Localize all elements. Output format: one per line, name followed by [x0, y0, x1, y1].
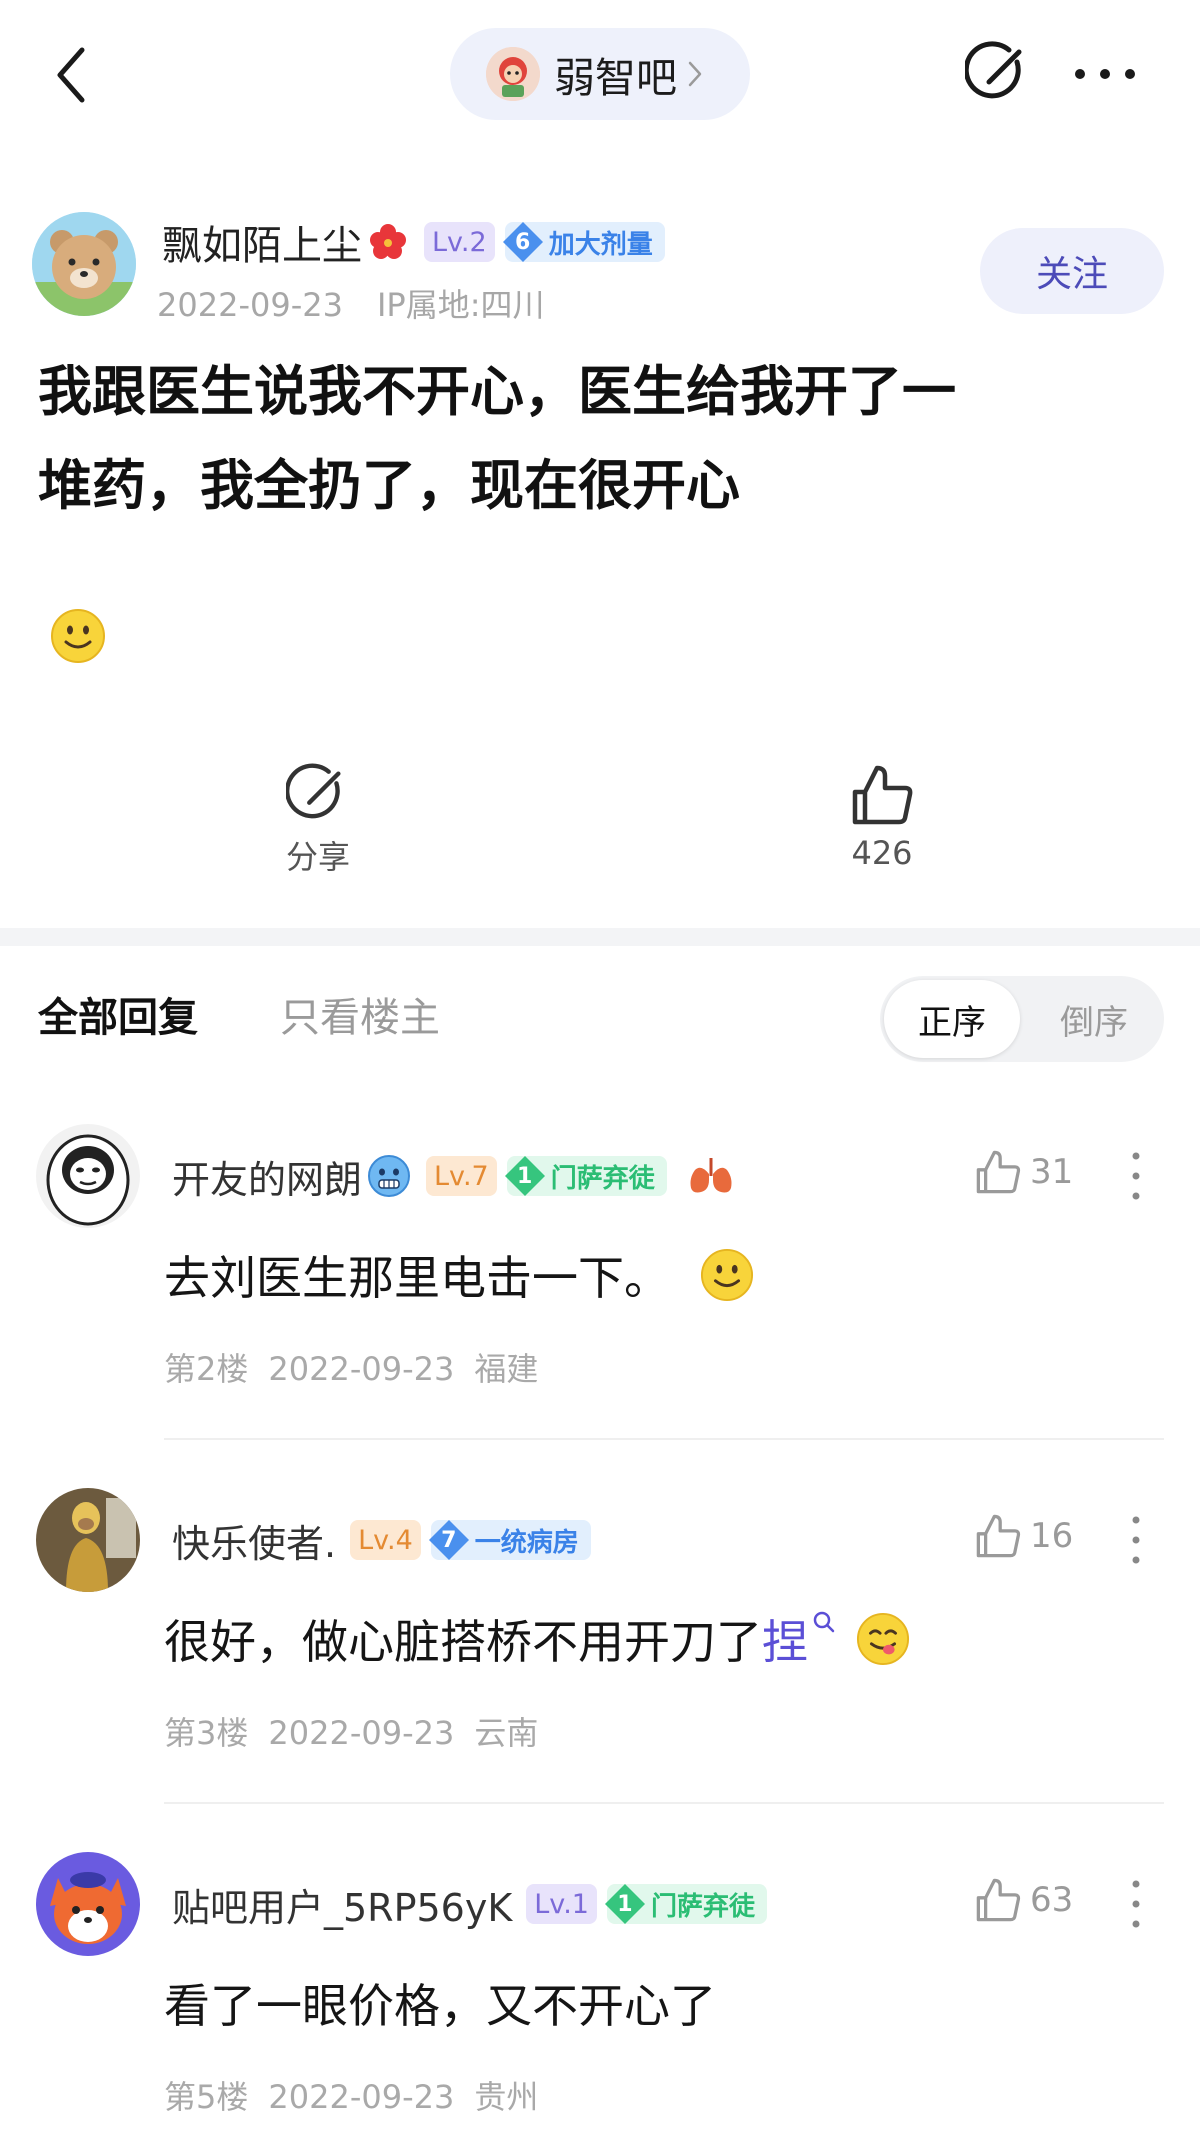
forum-name: 弱智吧 [554, 54, 677, 102]
comment-item: 快乐使者. Lv.4 7 一统病房 16 很好，做心脏搭桥不用开刀了 捏 第3楼… [0, 1488, 1200, 1852]
forum-pill[interactable]: 弱智吧 [450, 28, 750, 120]
title-tag: 7 一统病房 [428, 1520, 591, 1560]
lungs-icon [690, 1158, 732, 1193]
tab-op-only[interactable]: 只看楼主 [280, 985, 440, 1043]
author-name[interactable]: 飘如陌上尘 [162, 213, 362, 271]
section-divider [0, 928, 1200, 946]
cold-face-icon [368, 1155, 411, 1197]
post-meta: 2022-09-23 IP属地:四川 [157, 280, 545, 326]
title-tag: 6 加大剂量 [502, 222, 665, 262]
comment-meta: 第3楼 2022-09-23 云南 [164, 1708, 538, 1754]
level-badge: Lv.2 [424, 222, 495, 262]
smile-emoji-icon [51, 609, 105, 663]
title-tag-label: 一统病房 [474, 1527, 579, 1558]
highlight-search-link[interactable]: 捏 [762, 1606, 808, 1672]
comment-divider [164, 1802, 1164, 1804]
commenter-name[interactable]: 开友的网朗 [172, 1149, 362, 1204]
sort-descending-button[interactable]: 倒序 [1028, 980, 1160, 1058]
title-tag-label: 门萨弃徒 [650, 1891, 755, 1922]
more-icon[interactable] [1128, 1514, 1144, 1566]
commenter-name[interactable]: 快乐使者. [172, 1513, 336, 1568]
like-icon [976, 1514, 1021, 1558]
comment-divider [164, 1438, 1164, 1440]
comment-like-button[interactable]: 31 [974, 1148, 1073, 1196]
title-tag: 1 门萨弃徒 [504, 1156, 667, 1196]
share-label: 分享 [285, 838, 350, 876]
tab-all-replies[interactable]: 全部回复 [38, 985, 198, 1043]
post-ip: IP属地:四川 [376, 286, 545, 324]
gem-icon: 7 [427, 1518, 471, 1562]
comment-location: 福建 [474, 1350, 539, 1388]
level-badge: Lv.7 [426, 1156, 497, 1196]
sort-ascending-button[interactable]: 正序 [884, 980, 1020, 1058]
commenter-row: 贴吧用户_5RP56yK Lv.1 1 门萨弃徒 [172, 1874, 767, 1934]
comment-date: 2022-09-23 [268, 1350, 455, 1388]
comment-item: 开友的网朗 Lv.7 1 门萨弃徒 31 去刘医生那里电击一下。 第2楼 202… [0, 1124, 1200, 1488]
title-tag-label: 门萨弃徒 [550, 1163, 655, 1194]
commenter-avatar[interactable] [36, 1488, 140, 1592]
follow-button[interactable]: 关注 [980, 228, 1164, 314]
like-icon [976, 1878, 1021, 1922]
share-icon[interactable] [965, 40, 1031, 106]
more-icon[interactable] [1128, 1150, 1144, 1202]
comment-item: 贴吧用户_5RP56yK Lv.1 1 门萨弃徒 63 看了一眼价格，又不开心了… [0, 1852, 1200, 2149]
comment-body: 看了一眼价格，又不开心了 [164, 1979, 716, 2033]
comment-text: 去刘医生那里电击一下。 [164, 1242, 754, 1308]
flower-icon [370, 224, 406, 259]
comment-body: 很好，做心脏搭桥不用开刀了 [164, 1615, 762, 1669]
sort-toggle: 正序 倒序 [880, 976, 1164, 1062]
comment-date: 2022-09-23 [268, 1714, 455, 1752]
author-row: 飘如陌上尘 Lv.2 6 加大剂量 [162, 212, 665, 272]
post-title: 我跟医生说我不开心，医生给我开了一 堆药，我全扔了，现在很开心 [38, 345, 1158, 533]
gem-icon: 1 [603, 1882, 647, 1926]
share-icon [286, 763, 341, 819]
forum-avatar [486, 47, 540, 101]
comment-like-count: 63 [1030, 1880, 1074, 1920]
search-icon[interactable] [812, 1610, 836, 1634]
more-icon[interactable] [1128, 1878, 1144, 1930]
comment-text: 看了一眼价格，又不开心了 [164, 1970, 716, 2036]
like-icon [852, 765, 913, 825]
comment-date: 2022-09-23 [268, 2078, 455, 2116]
comment-like-count: 31 [1030, 1152, 1074, 1192]
post-title-line-2: 堆药，我全扔了，现在很开心 [38, 454, 740, 517]
comment-location: 贵州 [474, 2078, 539, 2116]
post-date: 2022-09-23 [157, 286, 343, 324]
top-bar: 弱智吧 [0, 0, 1200, 150]
comment-text: 很好，做心脏搭桥不用开刀了 捏 [164, 1606, 910, 1672]
comment-like-button[interactable]: 16 [974, 1512, 1073, 1560]
yum-emoji-icon [856, 1612, 910, 1666]
back-icon[interactable] [48, 40, 98, 110]
comment-meta: 第5楼 2022-09-23 贵州 [164, 2072, 538, 2118]
comment-floor: 第2楼 [164, 1350, 249, 1388]
like-action[interactable]: 426 [812, 762, 952, 872]
like-icon [976, 1150, 1021, 1194]
title-tag: 1 门萨弃徒 [604, 1884, 767, 1924]
like-count: 426 [851, 834, 913, 872]
comment-floor: 第3楼 [164, 1714, 249, 1752]
commenter-row: 开友的网朗 Lv.7 1 门萨弃徒 [172, 1146, 735, 1206]
smile-emoji-icon [700, 1248, 754, 1302]
share-action[interactable]: 分享 [248, 762, 388, 878]
comment-floor: 第5楼 [164, 2078, 249, 2116]
post-title-line-1: 我跟医生说我不开心，医生给我开了一 [38, 360, 956, 423]
level-badge: Lv.1 [526, 1884, 597, 1924]
more-icon[interactable] [1070, 52, 1140, 96]
title-tag-label: 加大剂量 [548, 229, 653, 260]
chevron-right-icon [688, 61, 702, 87]
commenter-avatar[interactable] [36, 1124, 140, 1228]
comment-like-button[interactable]: 63 [974, 1876, 1073, 1924]
commenter-avatar[interactable] [36, 1852, 140, 1956]
comment-like-count: 16 [1030, 1516, 1074, 1556]
level-badge: Lv.4 [350, 1520, 421, 1560]
commenter-row: 快乐使者. Lv.4 7 一统病房 [172, 1510, 591, 1570]
comment-body: 去刘医生那里电击一下。 [164, 1251, 670, 1305]
gem-icon: 1 [503, 1154, 547, 1198]
comment-meta: 第2楼 2022-09-23 福建 [164, 1344, 538, 1390]
gem-icon: 6 [501, 220, 545, 264]
comment-location: 云南 [474, 1714, 539, 1752]
commenter-name[interactable]: 贴吧用户_5RP56yK [172, 1877, 512, 1932]
author-avatar[interactable] [32, 212, 136, 316]
